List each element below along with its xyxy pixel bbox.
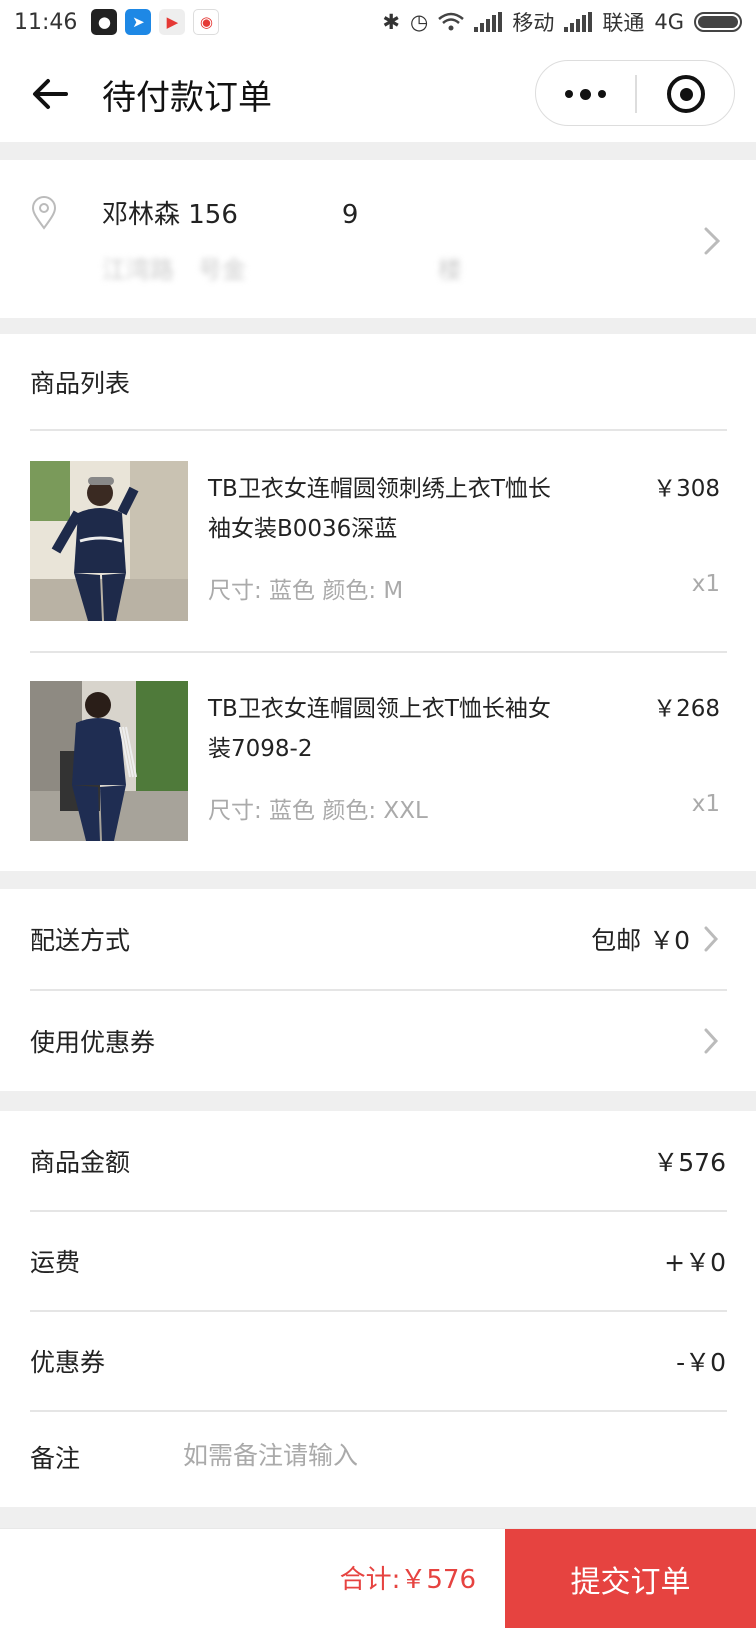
status-bar: 11:46 ● ➤ ▶ ◉ ✱ ◷ 移动 联通 4G	[0, 0, 756, 44]
location-pin-icon	[31, 196, 57, 230]
coupon-discount-label: 优惠券	[30, 1348, 106, 1377]
recipient-address: 江湾路 号金 楼	[102, 256, 486, 284]
recipient-name-phone: 邓林森 156 9	[102, 200, 359, 230]
chevron-right-icon	[704, 926, 719, 952]
product-quantity: x1	[691, 791, 720, 817]
freight-value: +￥0	[664, 1248, 726, 1277]
coupon-discount-row: 优惠券 -￥0	[0, 1311, 756, 1411]
product-image	[30, 681, 188, 841]
battery-icon	[694, 12, 742, 32]
goods-amount-value: ￥576	[653, 1148, 726, 1177]
product-item[interactable]: TB卫衣女连帽圆领上衣T恤长袖女装7098-2 ￥268 尺寸: 蓝色 颜色: …	[0, 681, 756, 841]
signal-icon	[474, 12, 503, 32]
submit-order-button[interactable]: 提交订单	[505, 1529, 756, 1628]
goods-amount-label: 商品金额	[30, 1148, 131, 1177]
product-price: ￥268	[653, 696, 720, 722]
product-name: TB卫衣女连帽圆领刺绣上衣T恤长袖女装B0036深蓝	[208, 476, 551, 542]
product-name: TB卫衣女连帽圆领上衣T恤长袖女装7098-2	[208, 696, 551, 762]
alarm-icon: ◷	[410, 10, 429, 34]
product-list-title: 商品列表	[30, 369, 131, 398]
divider	[30, 651, 727, 653]
goods-amount-row: 商品金额 ￥576	[0, 1111, 756, 1211]
more-dot-icon	[565, 90, 573, 98]
product-price: ￥308	[653, 476, 720, 502]
use-coupon-row[interactable]: 使用优惠券	[0, 991, 756, 1091]
wifi-icon	[438, 12, 465, 31]
shipping-method-label: 配送方式	[30, 926, 131, 955]
checkout-bar: 合计:￥576 提交订单	[0, 1528, 756, 1628]
qq-app-icon: ●	[91, 9, 118, 35]
product-spec: 尺寸: 蓝色 颜色: XXL	[208, 798, 428, 824]
back-arrow-icon[interactable]	[28, 72, 72, 116]
status-time: 11:46	[14, 9, 78, 35]
order-summary-section: 商品金额 ￥576 运费 +￥0 优惠券 -￥0 备注	[0, 1111, 756, 1507]
paper-plane-app-icon: ➤	[125, 9, 152, 35]
shipping-method-value: 包邮 ￥0	[591, 926, 690, 955]
bluetooth-icon: ✱	[382, 10, 401, 34]
product-spec: 尺寸: 蓝色 颜色: M	[208, 578, 404, 604]
remark-label: 备注	[30, 1444, 81, 1473]
mini-program-capsule	[535, 60, 735, 126]
freight-row: 运费 +￥0	[0, 1211, 756, 1311]
more-dot-icon	[598, 90, 606, 98]
signal-icon-2	[564, 12, 593, 32]
map-pin-app-icon: ◉	[193, 9, 220, 35]
play-store-icon: ▶	[159, 9, 186, 35]
product-quantity: x1	[691, 571, 720, 597]
coupon-discount-value: -￥0	[676, 1348, 726, 1377]
more-button[interactable]	[536, 61, 635, 127]
use-coupon-label: 使用优惠券	[30, 1028, 156, 1057]
network-type: 4G	[654, 10, 684, 34]
order-total: 合计:￥576	[339, 1565, 476, 1595]
close-mini-program-button[interactable]	[636, 61, 736, 127]
product-list-section: 商品列表 TB卫衣女连帽圆领刺绣上衣T恤长袖女装B0036深蓝 ￥308 尺寸:…	[0, 334, 756, 871]
remark-input[interactable]	[183, 1433, 723, 1477]
carrier-label: 移动	[512, 11, 555, 35]
chevron-right-icon	[704, 227, 721, 255]
freight-label: 运费	[30, 1248, 81, 1277]
target-icon	[667, 75, 705, 113]
order-options-section: 配送方式 包邮 ￥0 使用优惠券	[0, 889, 756, 1091]
nav-bar: 待付款订单	[0, 44, 756, 142]
product-item[interactable]: TB卫衣女连帽圆领刺绣上衣T恤长袖女装B0036深蓝 ￥308 尺寸: 蓝色 颜…	[0, 461, 756, 621]
chevron-right-icon	[704, 1028, 719, 1054]
page-title: 待付款订单	[102, 78, 272, 118]
remark-row: 备注	[0, 1407, 756, 1507]
product-image	[30, 461, 188, 621]
divider	[30, 429, 727, 431]
shipping-method-row[interactable]: 配送方式 包邮 ￥0	[0, 889, 756, 989]
more-dot-icon	[580, 88, 591, 100]
address-card[interactable]: 邓林森 156 9 江湾路 号金 楼	[0, 160, 756, 476]
carrier-label-2: 联通	[602, 11, 645, 35]
